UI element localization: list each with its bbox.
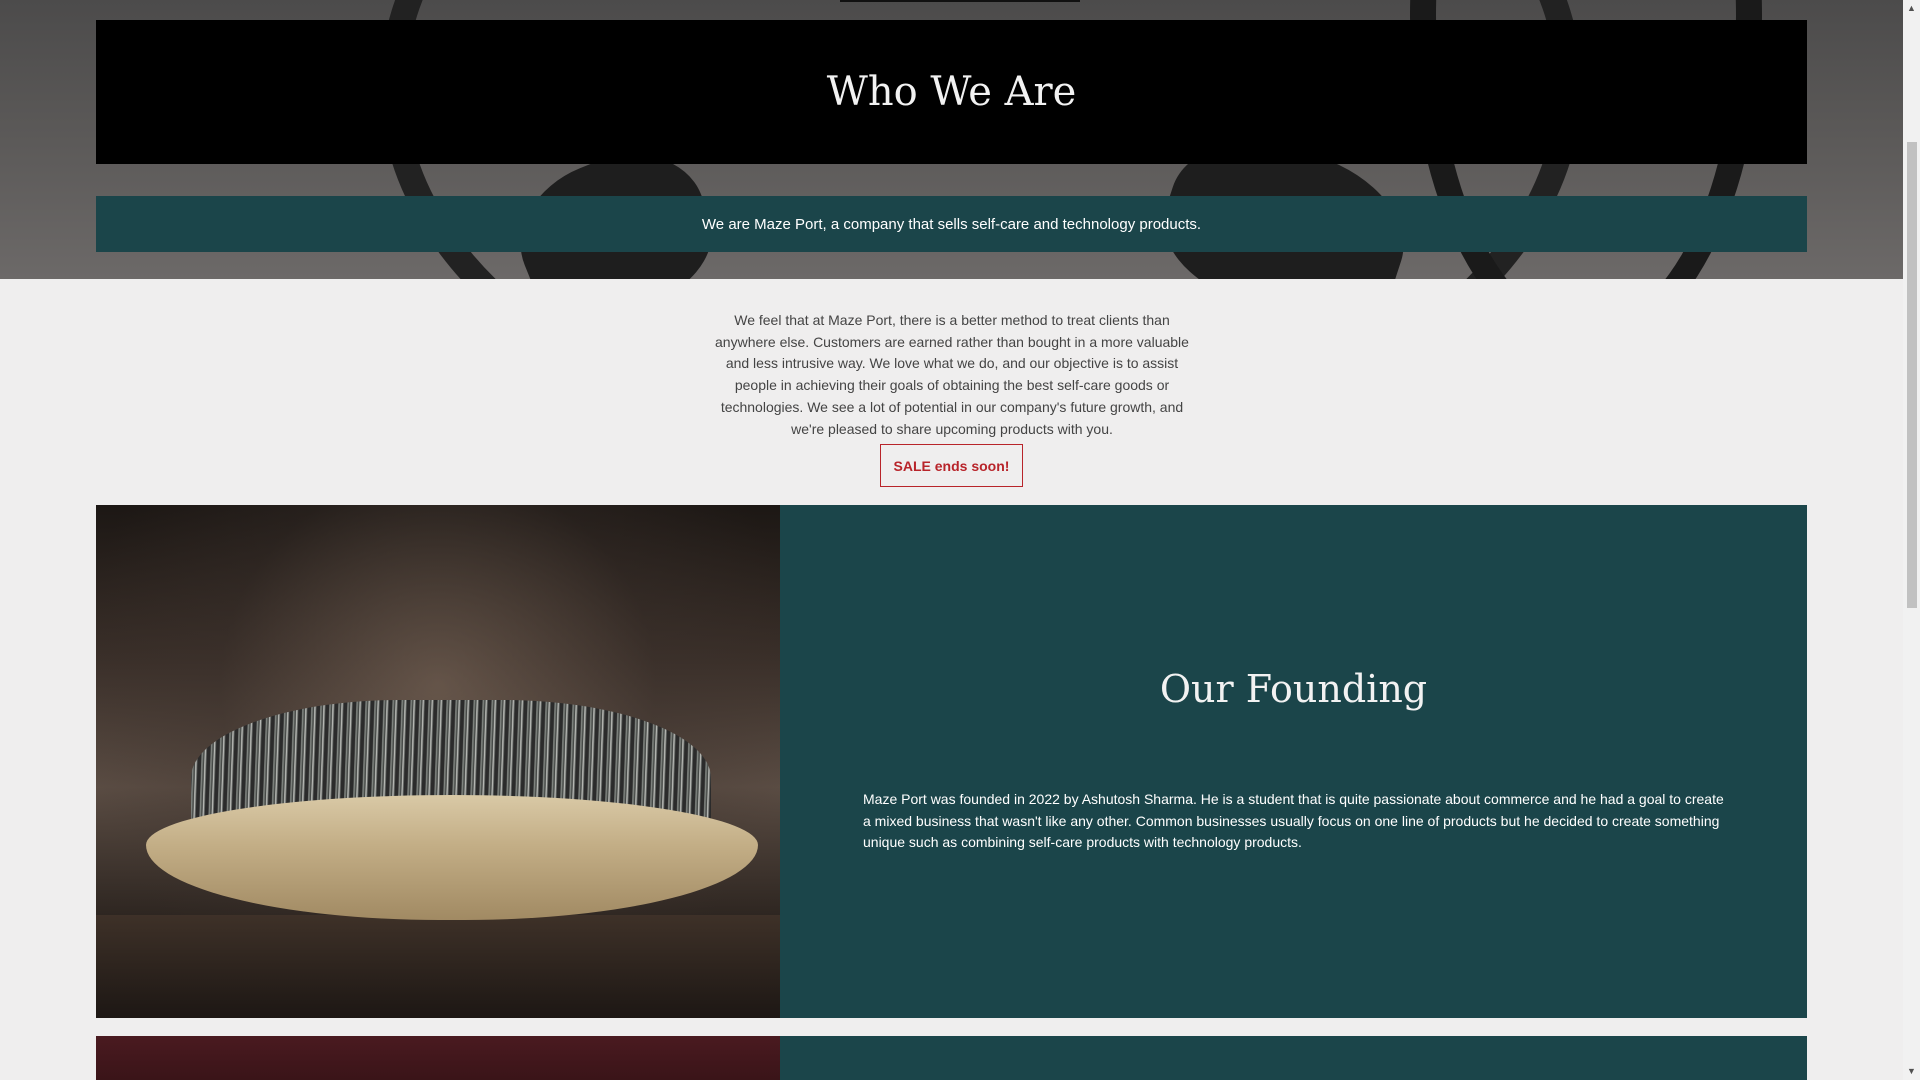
next-section-image xyxy=(96,1036,780,1080)
founding-section: Our Founding Maze Port was founded in 20… xyxy=(96,505,1807,1018)
hero-title-box: Who We Are xyxy=(96,20,1807,164)
sale-button[interactable]: SALE ends soon! xyxy=(880,444,1023,487)
founding-paragraph: Maze Port was founded in 2022 by Ashutos… xyxy=(863,791,1724,851)
hero-section: Who We Are We are Maze Port, a company t… xyxy=(0,0,1903,279)
page-title: Who We Are xyxy=(826,69,1077,115)
founding-text-panel: Our Founding Maze Port was founded in 20… xyxy=(780,505,1807,1018)
next-section xyxy=(96,1036,1807,1080)
scroll-up-arrow-icon[interactable]: ▲ xyxy=(1903,0,1920,17)
brush-shelf xyxy=(96,915,780,1018)
beard-brush-image xyxy=(96,505,780,1018)
brush-wooden-base xyxy=(146,795,758,920)
scroll-thumb[interactable] xyxy=(1907,142,1917,608)
page: Who We Are We are Maze Port, a company t… xyxy=(0,0,1920,1080)
tagline-text: We are Maze Port, a company that sells s… xyxy=(701,215,1202,233)
vertical-scrollbar[interactable]: ▲ ▼ xyxy=(1903,0,1920,1080)
intro-paragraph: We feel that at Maze Port, there is a be… xyxy=(715,312,1189,437)
scroll-down-arrow-icon[interactable]: ▼ xyxy=(1903,1063,1920,1080)
tagline-banner: We are Maze Port, a company that sells s… xyxy=(96,196,1807,252)
headphone-detail xyxy=(840,0,1080,2)
founding-heading: Our Founding xyxy=(1159,667,1428,711)
next-section-panel xyxy=(780,1036,1807,1080)
